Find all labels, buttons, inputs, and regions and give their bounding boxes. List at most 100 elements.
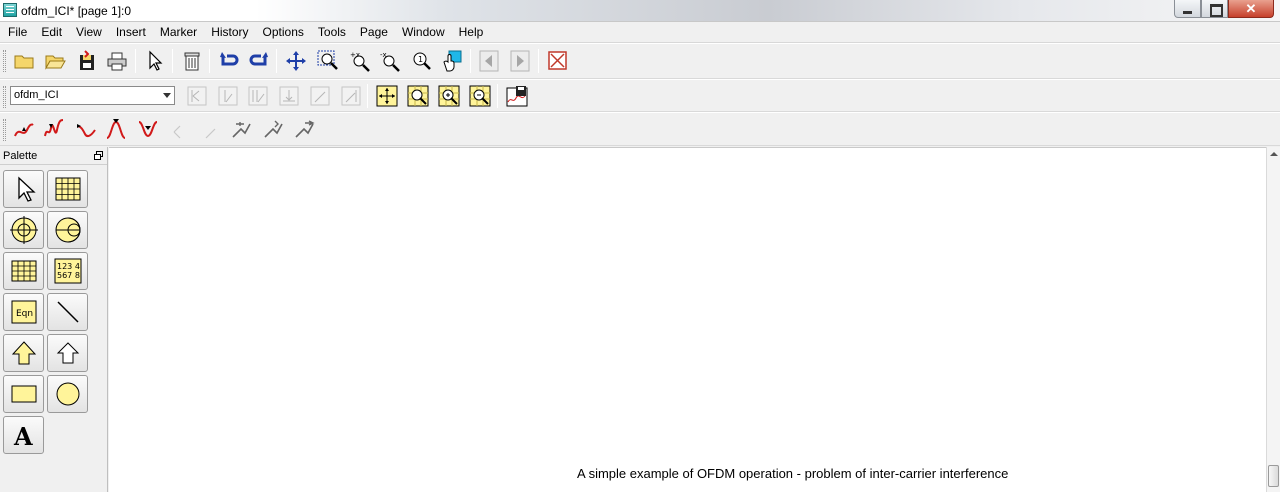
palette-rectangle-tool[interactable]: [3, 375, 44, 413]
text-icon: A: [13, 422, 33, 450]
zoom-out-button[interactable]: [468, 84, 492, 108]
menu-bar: File Edit View Insert Marker History Opt…: [0, 22, 1280, 43]
marker-min-button[interactable]: [136, 117, 160, 141]
menu-page[interactable]: Page: [353, 22, 395, 43]
save-icon: [80, 50, 94, 70]
scroll-thumb[interactable]: [1268, 465, 1279, 487]
palette-table-tool[interactable]: [3, 252, 44, 290]
minimize-button[interactable]: [1174, 0, 1201, 18]
redo-icon: [249, 52, 268, 66]
menu-view[interactable]: View: [69, 22, 109, 43]
zoom-in-button[interactable]: [437, 84, 461, 108]
marker-normal-button[interactable]: [12, 117, 36, 141]
marker-left-button[interactable]: [168, 117, 192, 141]
fit-all-button[interactable]: [375, 84, 399, 108]
align-top-button[interactable]: [308, 84, 332, 108]
document-canvas[interactable]: A simple example of OFDM operation - pro…: [109, 147, 1266, 492]
save-button[interactable]: [75, 49, 99, 73]
marker-right-button[interactable]: [198, 117, 222, 141]
palette-tabular-tool[interactable]: 123 4 567 8: [47, 252, 88, 290]
window-title: ofdm_ICI* [page 1]:0: [21, 4, 132, 18]
save-graph-button[interactable]: [505, 84, 529, 108]
menu-marker[interactable]: Marker: [153, 22, 204, 43]
undo-button[interactable]: [217, 49, 241, 73]
menu-window[interactable]: Window: [395, 22, 452, 43]
graph-save-icon: [506, 86, 528, 107]
marker-delta-ref-button[interactable]: [261, 117, 285, 141]
toolbar-separator: [470, 49, 471, 73]
zoom-x-icon: +x: [350, 51, 370, 72]
close-button[interactable]: ✕: [1228, 0, 1274, 18]
align-double-icon: [248, 86, 268, 106]
marker-next-peak-button[interactable]: [74, 117, 98, 141]
new-button[interactable]: [12, 49, 36, 73]
next-page-button[interactable]: [508, 49, 532, 73]
palette-equation-tool[interactable]: Eqn: [3, 293, 44, 331]
marker-search-button[interactable]: [292, 117, 316, 141]
palette-rect-graph-tool[interactable]: [47, 170, 88, 208]
marker-min-icon: [138, 121, 158, 138]
restore-icon[interactable]: [94, 151, 103, 160]
zoom-fit-button[interactable]: [406, 84, 430, 108]
smith-chart-icon: [55, 217, 80, 243]
toolbar-separator: [209, 49, 210, 73]
palette-polar-graph-tool[interactable]: [3, 211, 44, 249]
page-caption[interactable]: A simple example of OFDM operation - pro…: [577, 466, 1008, 481]
marker-max-button[interactable]: [104, 117, 128, 141]
marker-peak-button[interactable]: [42, 117, 66, 141]
zoom-reset-button[interactable]: 1: [409, 49, 433, 73]
redo-button[interactable]: [247, 49, 271, 73]
palette-arrow-outline-tool[interactable]: [47, 334, 88, 372]
menu-edit[interactable]: Edit: [34, 22, 69, 43]
polar-graph-icon: [9, 216, 38, 244]
align-bottom-button[interactable]: [277, 84, 301, 108]
marker-right-icon: [205, 128, 216, 139]
align-edge-button[interactable]: [339, 84, 363, 108]
toolbar-grip[interactable]: [3, 86, 6, 108]
zoom-fit-icon: [407, 85, 429, 107]
zoom-x-button[interactable]: +x: [348, 49, 372, 73]
marker-delta-button[interactable]: [229, 117, 253, 141]
zoom-box-button[interactable]: [316, 49, 340, 73]
toolbar-separator: [135, 49, 136, 73]
menu-file[interactable]: File: [1, 22, 34, 43]
palette-smith-chart-tool[interactable]: [47, 211, 88, 249]
palette-ellipse-tool[interactable]: [47, 375, 88, 413]
open-button[interactable]: [43, 49, 67, 73]
align-center-button[interactable]: [216, 84, 240, 108]
select-pointer-button[interactable]: [143, 49, 167, 73]
line-icon: [56, 301, 79, 323]
palette-line-tool[interactable]: [47, 293, 88, 331]
printer-icon: [107, 52, 127, 71]
print-button[interactable]: [105, 49, 129, 73]
move-arrows-icon: [286, 51, 306, 71]
palette-select-tool[interactable]: [3, 170, 44, 208]
menu-history[interactable]: History: [204, 22, 255, 43]
menu-options[interactable]: Options: [256, 22, 311, 43]
trash-icon: [184, 52, 200, 71]
palette-arrow-tool[interactable]: [3, 334, 44, 372]
maximize-button[interactable]: [1201, 0, 1228, 18]
hand-pan-icon: [443, 50, 462, 72]
pan-button[interactable]: [284, 49, 308, 73]
palette-text-tool[interactable]: A: [3, 416, 44, 454]
document-select[interactable]: ofdm_ICI: [10, 86, 175, 105]
previous-page-button[interactable]: [477, 49, 501, 73]
stop-button[interactable]: [546, 49, 570, 73]
scroll-up-icon[interactable]: [1270, 152, 1278, 156]
toolbar-separator: [538, 49, 539, 73]
align-right-button[interactable]: [246, 84, 270, 108]
zoom-y-button[interactable]: -x: [378, 49, 402, 73]
vertical-scrollbar[interactable]: [1266, 147, 1280, 492]
toolbar-grip[interactable]: [3, 50, 6, 72]
menu-help[interactable]: Help: [452, 22, 491, 43]
marker-peak-icon: [44, 119, 64, 137]
pan-view-button[interactable]: [440, 49, 464, 73]
toolbar-grip[interactable]: [3, 119, 6, 141]
delete-button[interactable]: [180, 49, 204, 73]
menu-insert[interactable]: Insert: [109, 22, 153, 43]
toolbar-separator: [497, 84, 498, 108]
stop-x-icon: [548, 51, 567, 70]
align-left-button[interactable]: [185, 84, 209, 108]
menu-tools[interactable]: Tools: [311, 22, 353, 43]
